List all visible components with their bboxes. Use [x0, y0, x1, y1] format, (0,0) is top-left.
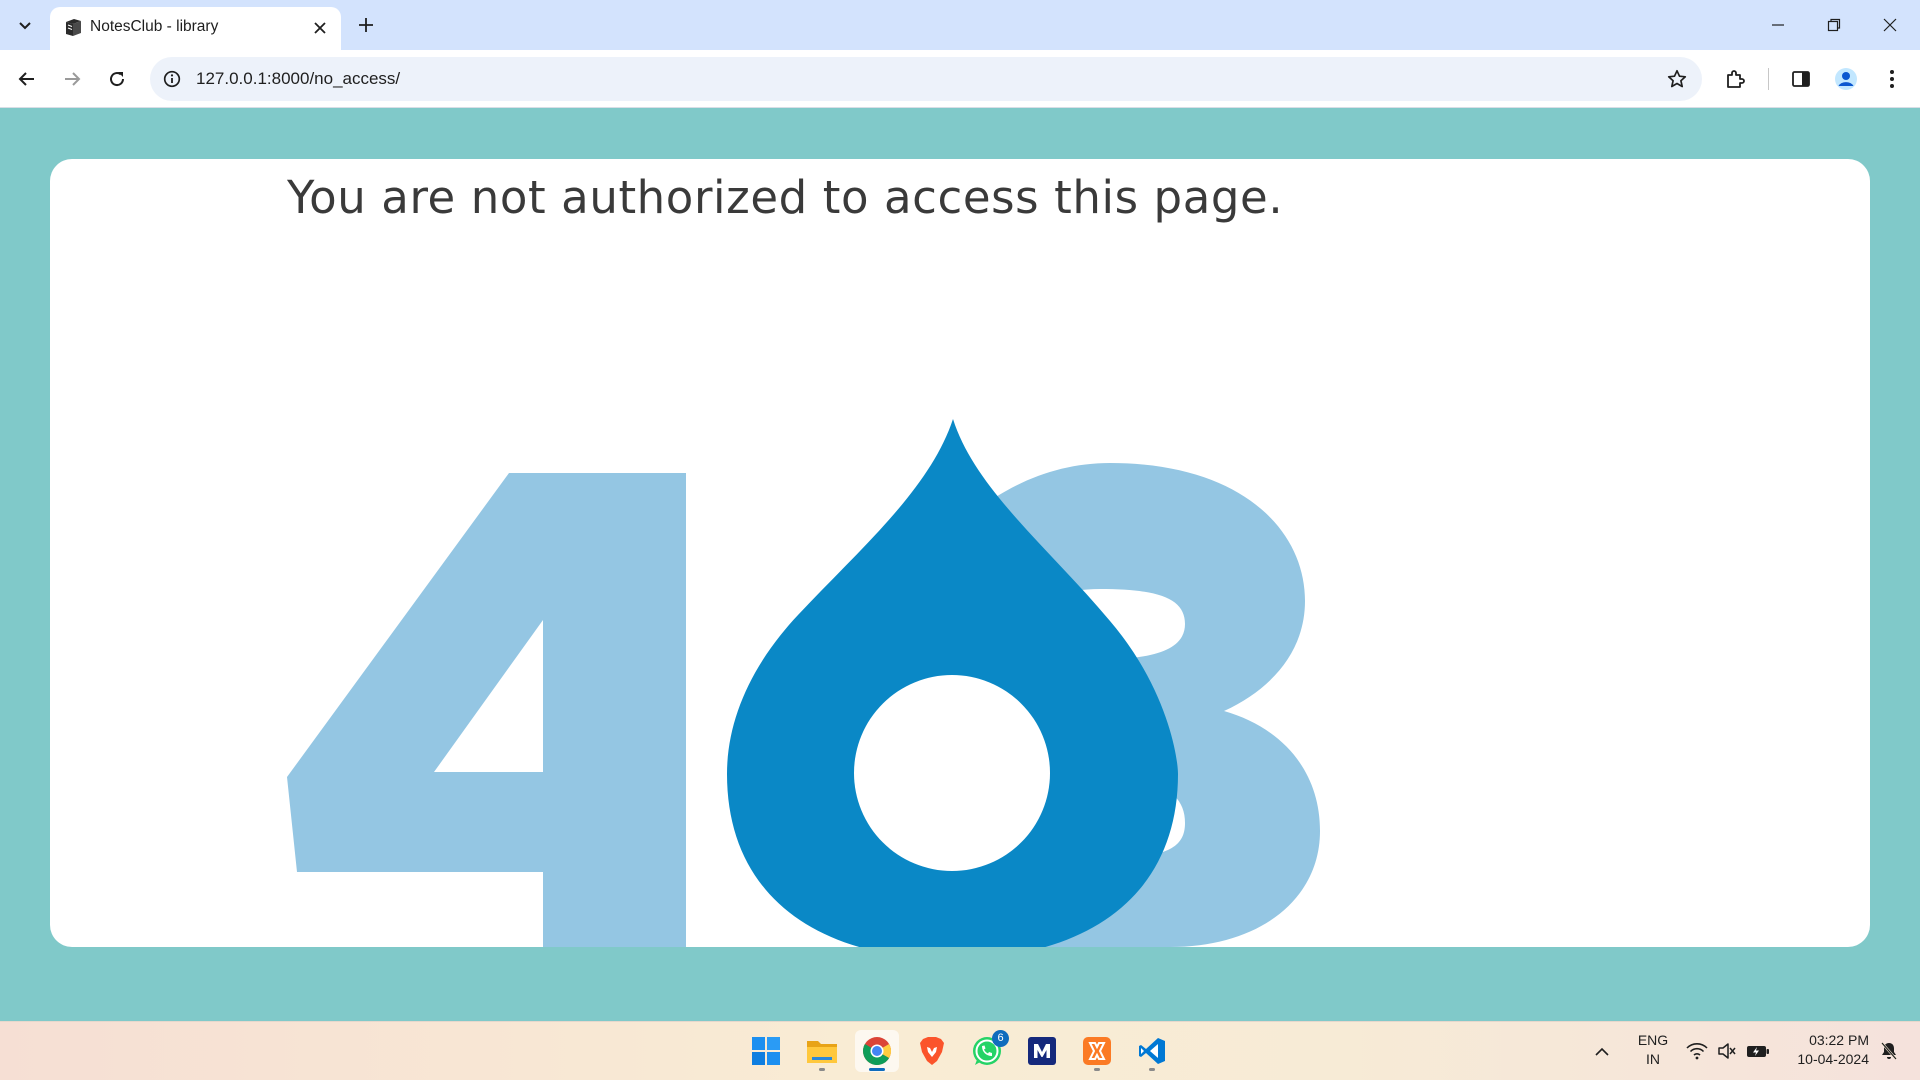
- star-icon: [1667, 69, 1687, 88]
- profile-avatar-icon: [1835, 68, 1857, 90]
- close-icon: [314, 22, 326, 34]
- url-text[interactable]: 127.0.0.1:8000/no_access/: [196, 69, 400, 89]
- vscode-icon: [1139, 1038, 1165, 1064]
- taskbar-file-explorer[interactable]: [800, 1030, 844, 1072]
- battery-charging-icon: [1747, 1046, 1769, 1057]
- site-info-button[interactable]: [160, 67, 184, 91]
- brave-lion-icon: [920, 1037, 944, 1065]
- wifi-icon: [1686, 1043, 1708, 1060]
- page-message: You are not authorized to access this pa…: [287, 171, 1284, 224]
- wifi-status[interactable]: [1684, 1039, 1710, 1063]
- arrow-left-icon: [18, 72, 34, 86]
- m-app-icon: [1028, 1037, 1056, 1065]
- taskbar-brave[interactable]: [910, 1030, 954, 1072]
- running-indicator: [869, 1068, 885, 1071]
- taskbar-whatsapp[interactable]: 6: [965, 1030, 1009, 1072]
- plus-icon: [359, 18, 373, 32]
- address-bar[interactable]: 127.0.0.1:8000/no_access/: [150, 57, 1702, 101]
- kebab-menu-icon: [1890, 70, 1894, 88]
- running-indicator: [1149, 1068, 1155, 1071]
- xampp-icon: [1083, 1037, 1111, 1065]
- taskbar-xampp[interactable]: [1075, 1030, 1119, 1072]
- running-indicator: [1094, 1068, 1100, 1071]
- tab-close-button[interactable]: [309, 17, 331, 39]
- error-403-illustration: [287, 419, 1320, 947]
- puzzle-icon: [1727, 70, 1745, 88]
- profile-button[interactable]: [1828, 61, 1864, 97]
- close-window-button[interactable]: [1862, 0, 1918, 50]
- chevron-up-icon: [1595, 1047, 1609, 1056]
- extensions-button[interactable]: [1717, 61, 1753, 97]
- access-denied-card: You are not authorized to access this pa…: [50, 159, 1870, 947]
- taskbar-app-m[interactable]: [1020, 1030, 1064, 1072]
- chrome-icon: [863, 1037, 891, 1065]
- browser-toolbar: 127.0.0.1:8000/no_access/: [0, 50, 1920, 108]
- toolbar-divider: [1768, 68, 1769, 90]
- browser-tab[interactable]: NotesClub - library: [50, 7, 341, 50]
- taskbar: 6 ENG IN 03:22 PM 10-04-2024: [0, 1021, 1920, 1080]
- new-tab-button[interactable]: [351, 10, 381, 40]
- restore-button[interactable]: [1806, 0, 1862, 50]
- bell-do-not-disturb-icon: [1881, 1042, 1897, 1060]
- arrow-right-icon: [65, 72, 81, 86]
- back-button[interactable]: [9, 61, 45, 97]
- start-button[interactable]: [744, 1030, 788, 1072]
- taskbar-chrome[interactable]: [855, 1030, 899, 1072]
- clock-time: 03:22 PM: [1809, 1032, 1869, 1048]
- restore-icon: [1827, 18, 1841, 32]
- minimize-button[interactable]: [1750, 0, 1806, 50]
- notification-badge: 6: [992, 1030, 1009, 1047]
- windows-logo-icon: [752, 1037, 780, 1065]
- running-indicator: [819, 1068, 825, 1071]
- show-hidden-icons-button[interactable]: [1590, 1040, 1614, 1064]
- taskbar-vscode[interactable]: [1130, 1030, 1174, 1072]
- close-icon: [1883, 18, 1897, 32]
- side-panel-icon: [1792, 71, 1810, 87]
- folder-icon: [807, 1041, 837, 1063]
- minimize-icon: [1772, 24, 1784, 26]
- clock-date: 10-04-2024: [1797, 1051, 1869, 1067]
- volume-status[interactable]: [1714, 1039, 1740, 1063]
- language-region: IN: [1646, 1051, 1660, 1067]
- side-panel-button[interactable]: [1783, 61, 1819, 97]
- language-code: ENG: [1637, 1032, 1669, 1048]
- speaker-muted-icon: [1718, 1043, 1736, 1059]
- chevron-down-icon: [19, 22, 31, 30]
- digit-4: [287, 473, 686, 947]
- reload-icon: [110, 72, 125, 87]
- tab-title: NotesClub - library: [90, 18, 219, 35]
- language-indicator[interactable]: ENG IN: [1633, 1032, 1673, 1067]
- clock[interactable]: 03:22 PM 10-04-2024: [1783, 1032, 1869, 1067]
- browser-menu-button[interactable]: [1874, 61, 1910, 97]
- drop-hole: [854, 675, 1050, 871]
- reload-button[interactable]: [99, 61, 135, 97]
- bookmark-button[interactable]: [1664, 66, 1690, 92]
- book-favicon-icon: [66, 19, 81, 36]
- battery-status[interactable]: [1744, 1039, 1772, 1063]
- notifications-button[interactable]: [1876, 1038, 1902, 1064]
- info-icon: [163, 70, 181, 88]
- forward-button[interactable]: [54, 61, 90, 97]
- tab-search-button[interactable]: [10, 10, 40, 40]
- tab-strip: NotesClub - library: [0, 0, 1920, 50]
